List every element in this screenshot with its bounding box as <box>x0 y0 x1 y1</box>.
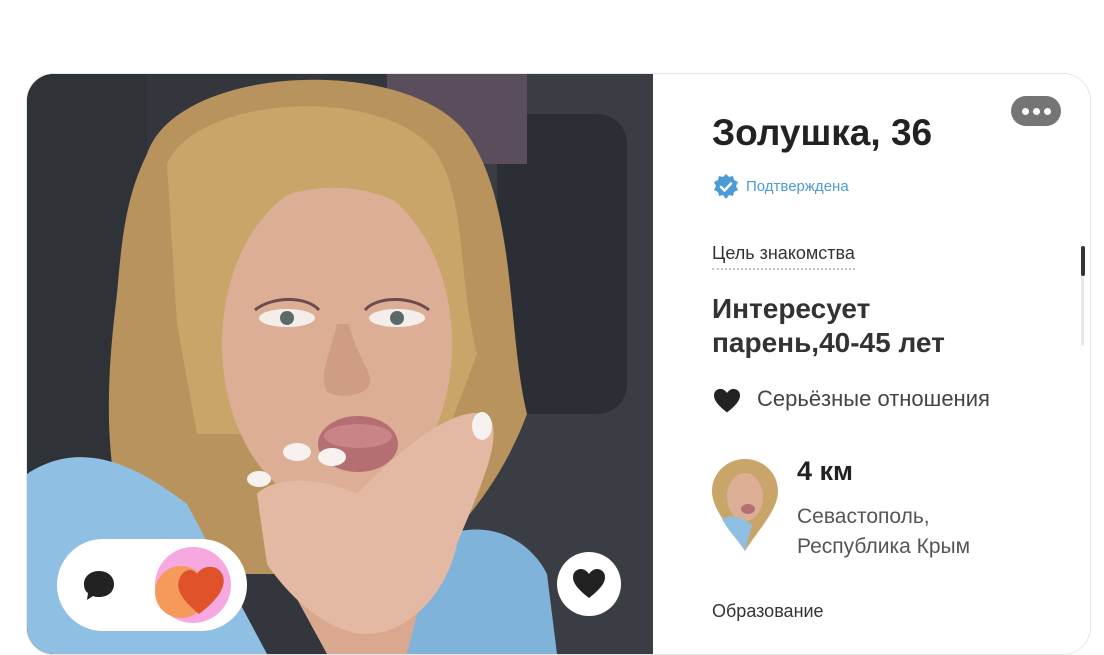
education-title: Образование <box>712 601 824 621</box>
profile-photo[interactable] <box>27 74 653 654</box>
chat-button[interactable] <box>79 565 119 605</box>
profile-name-age: Золушка, 36 <box>712 112 933 153</box>
city: Севастополь, Республика Крым <box>797 502 1057 562</box>
profile-info: Золушка, 36 Подтверждена Цель знакомства… <box>653 74 1090 654</box>
heart-icon <box>714 388 740 413</box>
city-line-1: Севастополь, <box>797 505 930 528</box>
profile-card: Золушка, 36 Подтверждена Цель знакомства… <box>26 73 1091 655</box>
distance: 4 км <box>797 456 854 486</box>
action-pill <box>57 539 247 631</box>
interest-text: Интересует парень,40-45 лет <box>712 292 1032 360</box>
more-dots-icon <box>1022 108 1029 115</box>
verified-label: Подтверждена <box>746 178 849 195</box>
chat-bubble-icon <box>84 571 114 600</box>
location-avatar-pin <box>712 459 778 556</box>
verified-badge-icon <box>714 174 738 199</box>
relationship-label: Серьёзные отношения <box>757 386 990 411</box>
more-button[interactable] <box>1011 96 1061 126</box>
goal-title[interactable]: Цель знакомства <box>712 243 855 270</box>
interest-line-1: Интересует <box>712 293 871 324</box>
match-heart-icon <box>155 547 231 623</box>
match-button[interactable] <box>153 544 237 626</box>
heart-icon <box>573 569 605 598</box>
interest-line-2: парень,40-45 лет <box>712 327 945 358</box>
like-button[interactable] <box>557 552 621 616</box>
city-line-2: Республика Крым <box>797 535 971 558</box>
scrollbar-thumb[interactable] <box>1081 246 1085 276</box>
avatar <box>712 459 778 551</box>
